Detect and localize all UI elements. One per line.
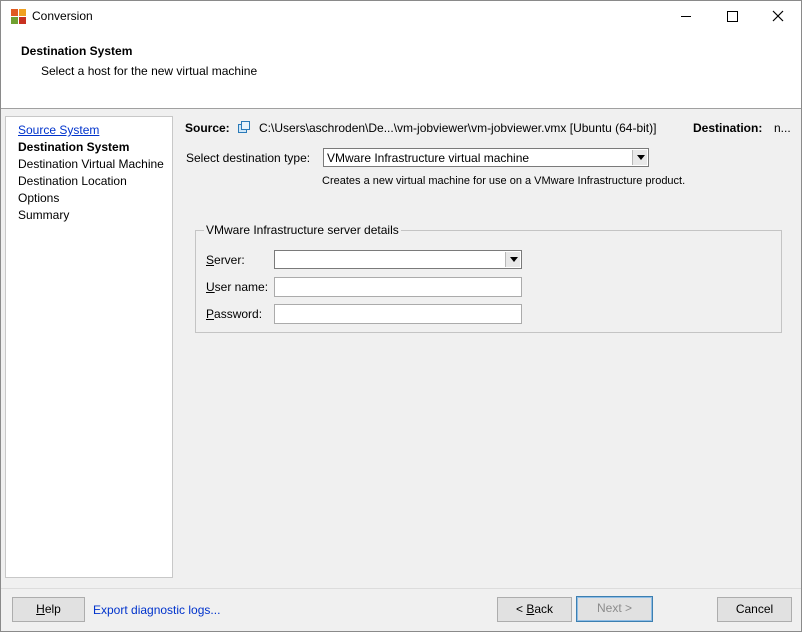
server-label: Server:: [206, 253, 245, 267]
source-path: C:\Users\aschroden\De...\vm-jobviewer\vm…: [259, 121, 657, 135]
export-diagnostic-logs-link[interactable]: Export diagnostic logs...: [93, 603, 220, 617]
chevron-down-icon[interactable]: [505, 252, 520, 267]
help-button[interactable]: Help: [12, 597, 85, 622]
page-subtitle: Select a host for the new virtual machin…: [41, 64, 258, 78]
footer-divider: [1, 588, 801, 589]
close-button[interactable]: [755, 1, 801, 32]
wizard-header: Destination System Select a host for the…: [1, 32, 801, 109]
minimize-button[interactable]: [663, 1, 709, 32]
converter-app-icon: [11, 9, 27, 25]
conversion-window: Conversion Destination System Select a h…: [0, 0, 802, 632]
nav-item-options: Options: [18, 191, 60, 205]
title-bar: Conversion: [1, 1, 801, 32]
cancel-button[interactable]: Cancel: [717, 597, 792, 622]
server-details-legend: VMware Infrastructure server details: [204, 223, 401, 237]
destination-type-description: Creates a new virtual machine for use on…: [322, 175, 686, 187]
maximize-icon: [727, 11, 738, 22]
nav-item-destination-virtual-machine: Destination Virtual Machine: [18, 157, 164, 171]
password-label: Password:: [206, 307, 263, 321]
username-label: User name:: [206, 280, 269, 294]
next-button[interactable]: Next >: [576, 596, 653, 622]
window-title: Conversion: [32, 9, 93, 23]
nav-item-summary: Summary: [18, 208, 70, 222]
source-label: Source:: [185, 121, 230, 135]
vm-icon: [237, 120, 251, 134]
page-title: Destination System: [21, 44, 133, 58]
nav-item-destination-system: Destination System: [18, 140, 130, 154]
destination-type-label: Select destination type:: [186, 151, 311, 165]
password-input[interactable]: [274, 304, 522, 324]
maximize-button[interactable]: [709, 1, 755, 32]
nav-item-source-system[interactable]: Source System: [18, 123, 99, 137]
destination-value: n...: [774, 121, 791, 135]
server-combobox[interactable]: [274, 250, 522, 269]
destination-label: Destination:: [693, 121, 763, 135]
back-button[interactable]: < Back: [497, 597, 572, 622]
chevron-down-icon[interactable]: [632, 150, 647, 165]
nav-item-destination-location: Destination Location: [18, 174, 127, 188]
close-icon: [772, 10, 784, 22]
minimize-icon: [681, 16, 691, 17]
wizard-step-list: Source System Destination System Destina…: [5, 116, 173, 578]
username-input[interactable]: [274, 277, 522, 297]
destination-type-select[interactable]: VMware Infrastructure virtual machine: [323, 148, 649, 167]
destination-type-selected: VMware Infrastructure virtual machine: [327, 151, 530, 165]
